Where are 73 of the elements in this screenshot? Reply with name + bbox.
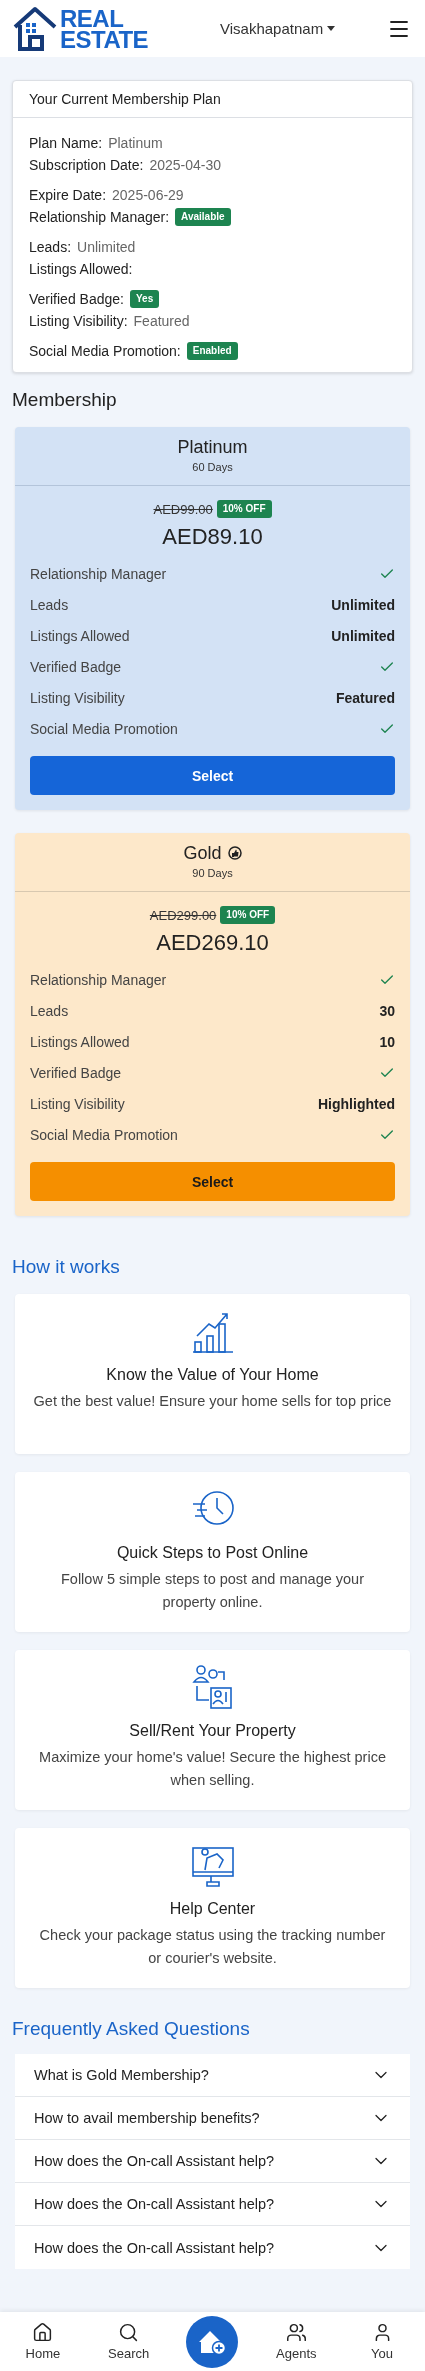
info-label: Relationship Manager: <box>29 208 170 227</box>
feature-label: Listings Allowed <box>30 1033 130 1050</box>
step-title: Quick Steps to Post Online <box>116 1544 309 1562</box>
info-label: Subscription Date: <box>29 156 144 175</box>
search-icon <box>118 2322 140 2343</box>
feature-label: Relationship Manager <box>30 971 167 988</box>
nav-item[interactable]: You <box>354 2322 411 2361</box>
info-label: Listing Visibility: <box>29 312 128 331</box>
step-description: Check your package status using the tracking number or courier's website. <box>38 1926 387 1968</box>
info-value: Platinum <box>108 134 163 153</box>
original-price: AED299.00 <box>149 907 217 923</box>
step-title: Know the Value of Your Home <box>106 1366 319 1384</box>
post-property-button[interactable] <box>186 2315 239 2368</box>
logo-text: ESTATE <box>60 28 149 50</box>
feature-value: Featured <box>335 689 395 706</box>
step-description: Get the best value! Ensure your home sells for top price <box>33 1392 392 1411</box>
step-title: Help Center <box>169 1900 256 1918</box>
section-title: Membership <box>12 388 118 412</box>
nav-item[interactable]: Home <box>14 2322 71 2361</box>
plan-price: AED269.10 <box>155 930 270 956</box>
feature-label: Verified Badge <box>30 1064 122 1081</box>
card-title: Your Current Membership Plan <box>13 81 412 118</box>
step-description: Follow 5 simple steps to post and manage your property online. <box>59 1570 366 1612</box>
discount-badge: 10% OFF <box>216 500 272 518</box>
plan-duration: 90 Days <box>192 866 233 881</box>
feature-value: 10 <box>379 1033 395 1050</box>
section-title: How it works <box>12 1255 121 1279</box>
feature-label: Social Media Promotion <box>30 720 178 737</box>
info-label: Plan Name: <box>29 134 103 153</box>
feature-value: Unlimited <box>331 627 395 644</box>
plan-name: Platinum <box>177 436 248 459</box>
house-logo-icon <box>12 4 58 53</box>
step-description: Maximize your home's value! Secure the highest price when selling. <box>38 1748 387 1790</box>
feature-label: Relationship Manager <box>30 565 167 582</box>
feature-label: Leads <box>30 1002 69 1019</box>
feature-label: Social Media Promotion <box>30 1126 178 1143</box>
discount-badge: 10% OFF <box>220 906 276 924</box>
home-icon <box>32 2322 54 2343</box>
feature-label: Listing Visibility <box>30 689 125 706</box>
feature-label: Listings Allowed <box>30 627 130 644</box>
feature-value: Highlighted <box>318 1095 395 1112</box>
feature-label: Leads <box>30 596 69 613</box>
plan-duration: 60 Days <box>192 460 233 475</box>
feature-label: Verified Badge <box>30 658 122 675</box>
feature-value: Unlimited <box>331 596 395 613</box>
nav-item[interactable]: Agents <box>268 2322 325 2361</box>
plan-name: Gold <box>183 842 222 865</box>
feature-label: Listing Visibility <box>30 1095 125 1112</box>
status-badge: Available <box>175 208 231 226</box>
original-price: AED99.00 <box>153 501 213 517</box>
logo-text: REAL <box>60 7 124 29</box>
section-title: Frequently Asked Questions <box>12 2017 251 2041</box>
select-button[interactable]: Select <box>30 756 395 795</box>
feature-value: 30 <box>379 1002 395 1019</box>
info-value: Unlimited <box>77 238 136 257</box>
status-badge: Yes <box>129 290 160 308</box>
people-icon <box>285 2322 307 2343</box>
info-label: Listings Allowed: <box>29 260 133 279</box>
info-label: Verified Badge: <box>29 290 124 309</box>
info-label: Leads: <box>29 238 72 257</box>
info-label: Expire Date: <box>29 186 107 205</box>
info-value: 2025-04-30 <box>149 156 222 175</box>
location-dropdown[interactable]: Visakhapatnam <box>220 20 336 37</box>
select-button[interactable]: Select <box>30 1162 395 1201</box>
info-value: 2025-06-29 <box>112 186 184 205</box>
status-badge: Enabled <box>186 342 238 360</box>
info-value: Featured <box>133 312 190 331</box>
nav-item[interactable]: Search <box>100 2322 157 2361</box>
plan-price: AED89.10 <box>161 524 264 550</box>
info-label: Social Media Promotion: <box>29 342 181 361</box>
step-title: Sell/Rent Your Property <box>129 1722 296 1740</box>
caret-icon <box>327 26 336 31</box>
people-exchange-icon <box>190 1664 235 1710</box>
